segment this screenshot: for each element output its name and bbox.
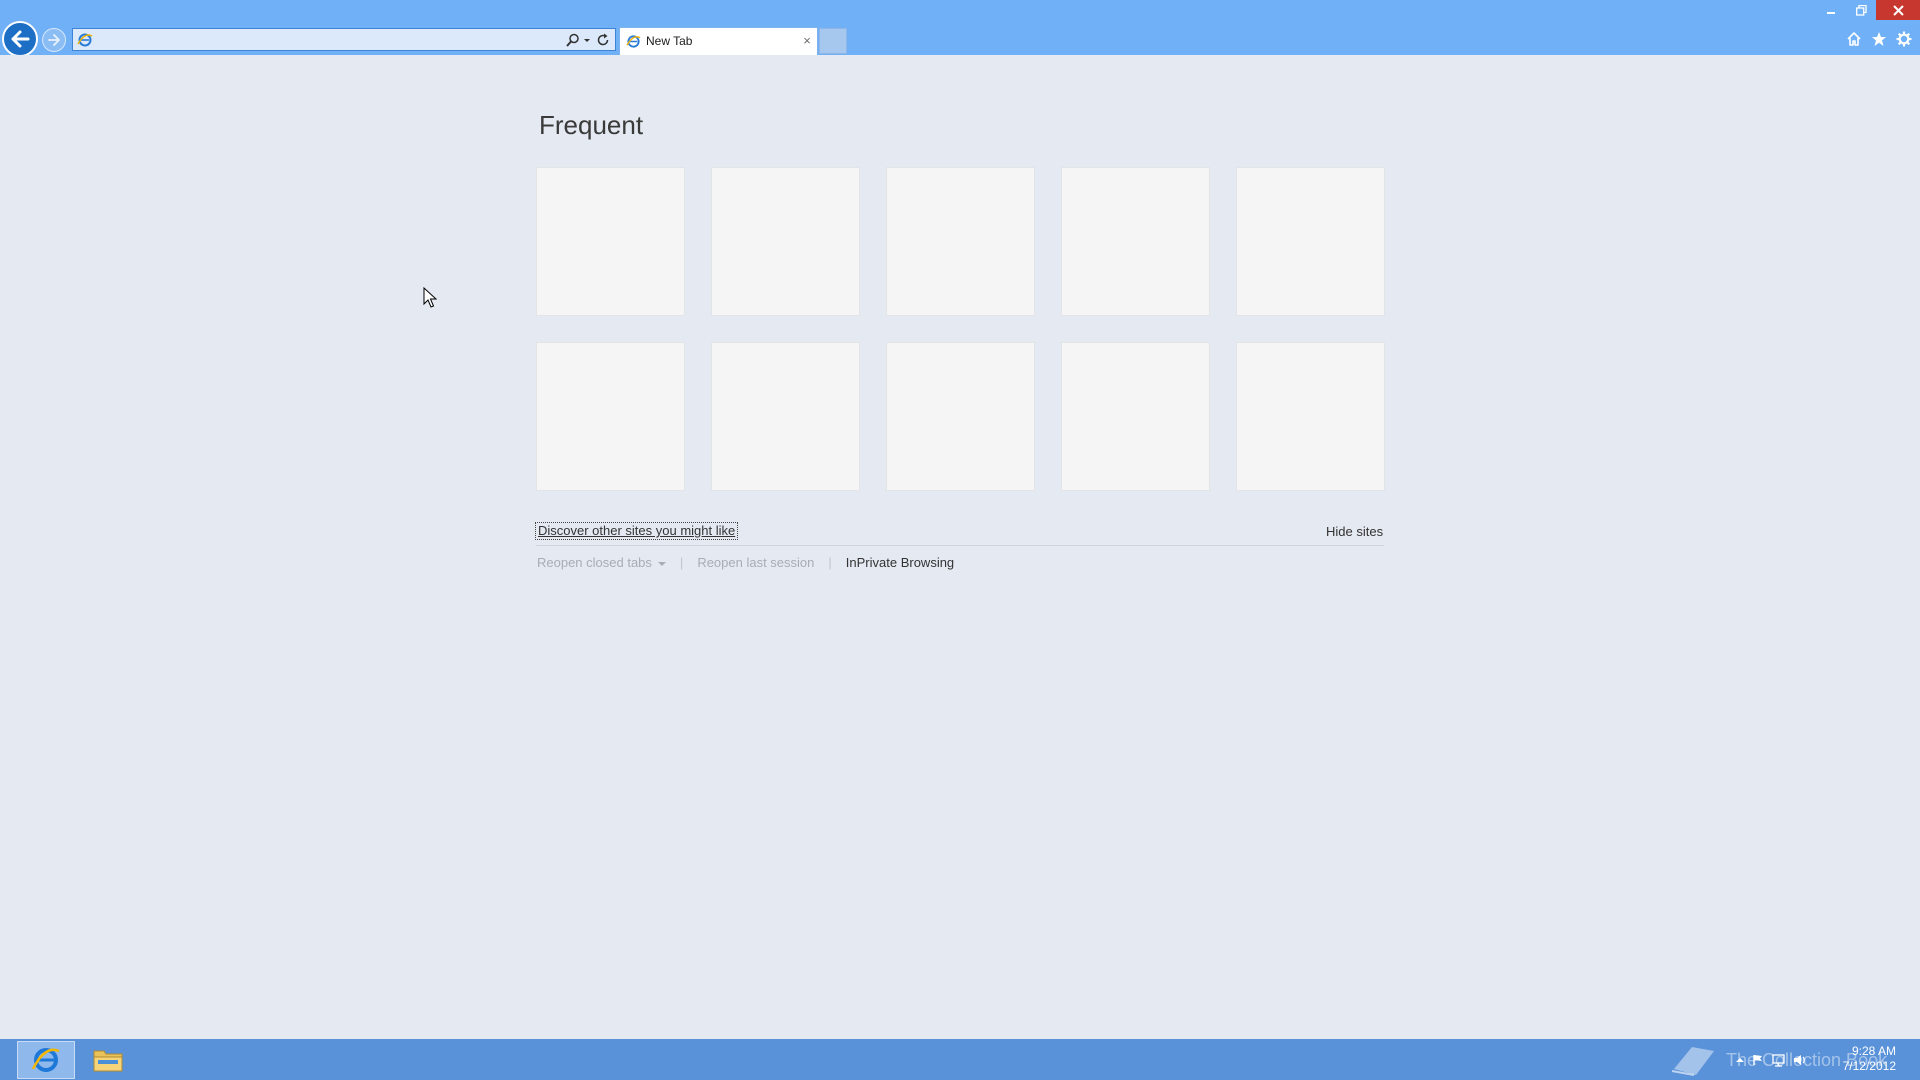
site-tile[interactable] bbox=[1236, 167, 1385, 316]
inprivate-browsing-link[interactable]: InPrivate Browsing bbox=[846, 555, 954, 570]
gear-icon bbox=[1896, 31, 1912, 47]
separator: | bbox=[828, 554, 832, 570]
forward-arrow-icon bbox=[48, 34, 60, 46]
chevron-up-icon bbox=[1736, 1058, 1744, 1062]
home-button[interactable] bbox=[1844, 29, 1864, 49]
chevron-down-icon[interactable] bbox=[582, 33, 592, 47]
site-tile[interactable] bbox=[711, 167, 860, 316]
refresh-icon[interactable] bbox=[595, 32, 611, 48]
site-tile[interactable] bbox=[886, 342, 1035, 491]
ie-page-icon bbox=[77, 33, 93, 47]
ie-page-icon bbox=[626, 35, 641, 48]
tab-new-tab[interactable]: New Tab × bbox=[619, 27, 818, 55]
book-icon bbox=[1671, 1047, 1714, 1076]
clock-time: 9:28 AM bbox=[1851, 1044, 1896, 1058]
volume-button[interactable] bbox=[1793, 1053, 1807, 1067]
hide-sites-link[interactable]: Hide sites bbox=[1326, 524, 1383, 539]
reopen-last-session-link[interactable]: Reopen last session bbox=[697, 555, 814, 570]
taskbar-file-explorer[interactable] bbox=[79, 1041, 137, 1079]
frequent-sites-grid bbox=[536, 167, 1386, 549]
show-hidden-icons-button[interactable] bbox=[1736, 1053, 1744, 1067]
search-icon[interactable] bbox=[565, 32, 581, 48]
site-tile[interactable] bbox=[886, 167, 1035, 316]
speaker-icon bbox=[1794, 1055, 1805, 1065]
home-icon bbox=[1847, 32, 1861, 46]
star-icon bbox=[1872, 32, 1886, 46]
address-bar[interactable] bbox=[72, 28, 616, 51]
flag-icon bbox=[1753, 1055, 1762, 1065]
browser-chrome: New Tab × bbox=[0, 0, 1920, 57]
new-tab-button[interactable] bbox=[819, 28, 847, 54]
chevron-down-icon bbox=[657, 561, 666, 566]
separator: | bbox=[679, 554, 684, 570]
clock-date: 7/12/2012 bbox=[1842, 1059, 1896, 1073]
mouse-cursor-icon bbox=[423, 287, 437, 308]
folder-icon bbox=[93, 1050, 123, 1072]
session-links: Reopen closed tabs | Reopen last session… bbox=[537, 553, 954, 571]
forward-button[interactable] bbox=[42, 28, 66, 52]
reopen-closed-tabs-label: Reopen closed tabs bbox=[537, 554, 652, 570]
clock[interactable]: 9:28 AM 7/12/2012 bbox=[1820, 1044, 1920, 1074]
divider bbox=[536, 545, 1384, 546]
action-center-button[interactable] bbox=[1752, 1053, 1764, 1067]
favorites-button[interactable] bbox=[1869, 29, 1889, 49]
site-tile[interactable] bbox=[1061, 167, 1210, 316]
back-button[interactable] bbox=[2, 21, 38, 57]
taskbar-internet-explorer[interactable] bbox=[17, 1041, 75, 1079]
reopen-closed-tabs-link[interactable]: Reopen closed tabs bbox=[537, 555, 666, 570]
taskbar: The Collection Book 9:28 AM 7/12/2012 bbox=[0, 1039, 1920, 1080]
close-icon bbox=[1892, 4, 1904, 16]
ie-icon bbox=[31, 1048, 60, 1072]
close-tab-icon[interactable]: × bbox=[800, 33, 814, 49]
site-tile[interactable] bbox=[1061, 342, 1210, 491]
close-button[interactable] bbox=[1876, 0, 1920, 20]
site-tile[interactable] bbox=[536, 342, 685, 491]
new-tab-page: Frequent Discover other sites you might … bbox=[0, 55, 1920, 1039]
minimize-icon bbox=[1827, 12, 1835, 14]
network-button[interactable] bbox=[1772, 1053, 1785, 1067]
system-tray bbox=[1736, 1049, 1806, 1071]
restore-icon bbox=[1855, 4, 1867, 16]
discover-sites-link[interactable]: Discover other sites you might like bbox=[535, 522, 739, 540]
tools-button[interactable] bbox=[1894, 29, 1914, 49]
site-tile[interactable] bbox=[711, 342, 860, 491]
page-title: Frequent bbox=[539, 110, 644, 140]
url-input[interactable] bbox=[97, 31, 527, 49]
back-arrow-icon bbox=[11, 30, 30, 48]
minimize-button[interactable] bbox=[1816, 0, 1846, 20]
tab-label: New Tab bbox=[646, 34, 693, 48]
network-icon bbox=[1772, 1053, 1785, 1067]
restore-button[interactable] bbox=[1846, 0, 1876, 20]
site-tile[interactable] bbox=[1236, 342, 1385, 491]
site-tile[interactable] bbox=[536, 167, 685, 316]
